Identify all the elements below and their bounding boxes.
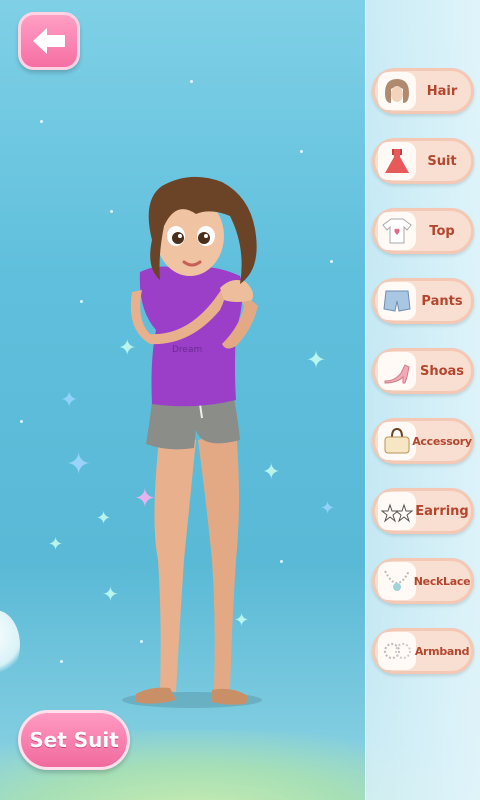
category-button-accessory[interactable]: Accessory xyxy=(372,418,474,464)
svg-text:Dream: Dream xyxy=(172,345,202,355)
set-suit-label: Set Suit xyxy=(29,728,119,752)
category-button-earring[interactable]: Earring xyxy=(372,488,474,534)
category-button-necklace[interactable]: NeckLace xyxy=(372,558,474,604)
category-label: NeckLace xyxy=(413,574,471,588)
category-label: Pants xyxy=(421,293,463,309)
category-label: Suit xyxy=(427,153,457,169)
category-label: Shoas xyxy=(419,363,465,379)
back-button[interactable] xyxy=(18,12,80,70)
category-button-top[interactable]: Top xyxy=(372,208,474,254)
handbag-icon xyxy=(378,422,416,460)
avatar-character: Dream xyxy=(122,176,262,708)
category-button-suit[interactable]: Suit xyxy=(372,138,474,184)
category-button-hair[interactable]: Hair xyxy=(372,68,474,114)
category-label: Hair xyxy=(426,83,458,99)
category-button-shoes[interactable]: Shoas xyxy=(372,348,474,394)
star-earrings-icon xyxy=(378,492,416,530)
shorts-icon xyxy=(378,282,416,320)
high-heels-icon xyxy=(378,352,416,390)
bracelet-icon xyxy=(378,632,416,670)
category-button-pants[interactable]: Pants xyxy=(372,278,474,324)
category-label: Accessory xyxy=(412,434,472,448)
back-arrow-icon xyxy=(33,28,65,54)
tshirt-icon xyxy=(378,212,416,250)
category-label: Top xyxy=(429,223,455,239)
category-label: Armband xyxy=(414,644,470,658)
category-button-armband[interactable]: Armband xyxy=(372,628,474,674)
dress-icon xyxy=(378,142,416,180)
set-suit-button[interactable]: Set Suit xyxy=(18,710,130,770)
hair-icon xyxy=(378,72,416,110)
necklace-icon xyxy=(378,562,416,600)
category-label: Earring xyxy=(415,503,469,519)
category-panel: Hair Suit Top Pants Shoas Accessory Earr… xyxy=(365,0,480,800)
character-stage: ✦ ✦ ✦ ✦ ✦ ✦ ✦ ✦ ✦ ✦ ✦ ✦ Dream xyxy=(0,0,366,800)
